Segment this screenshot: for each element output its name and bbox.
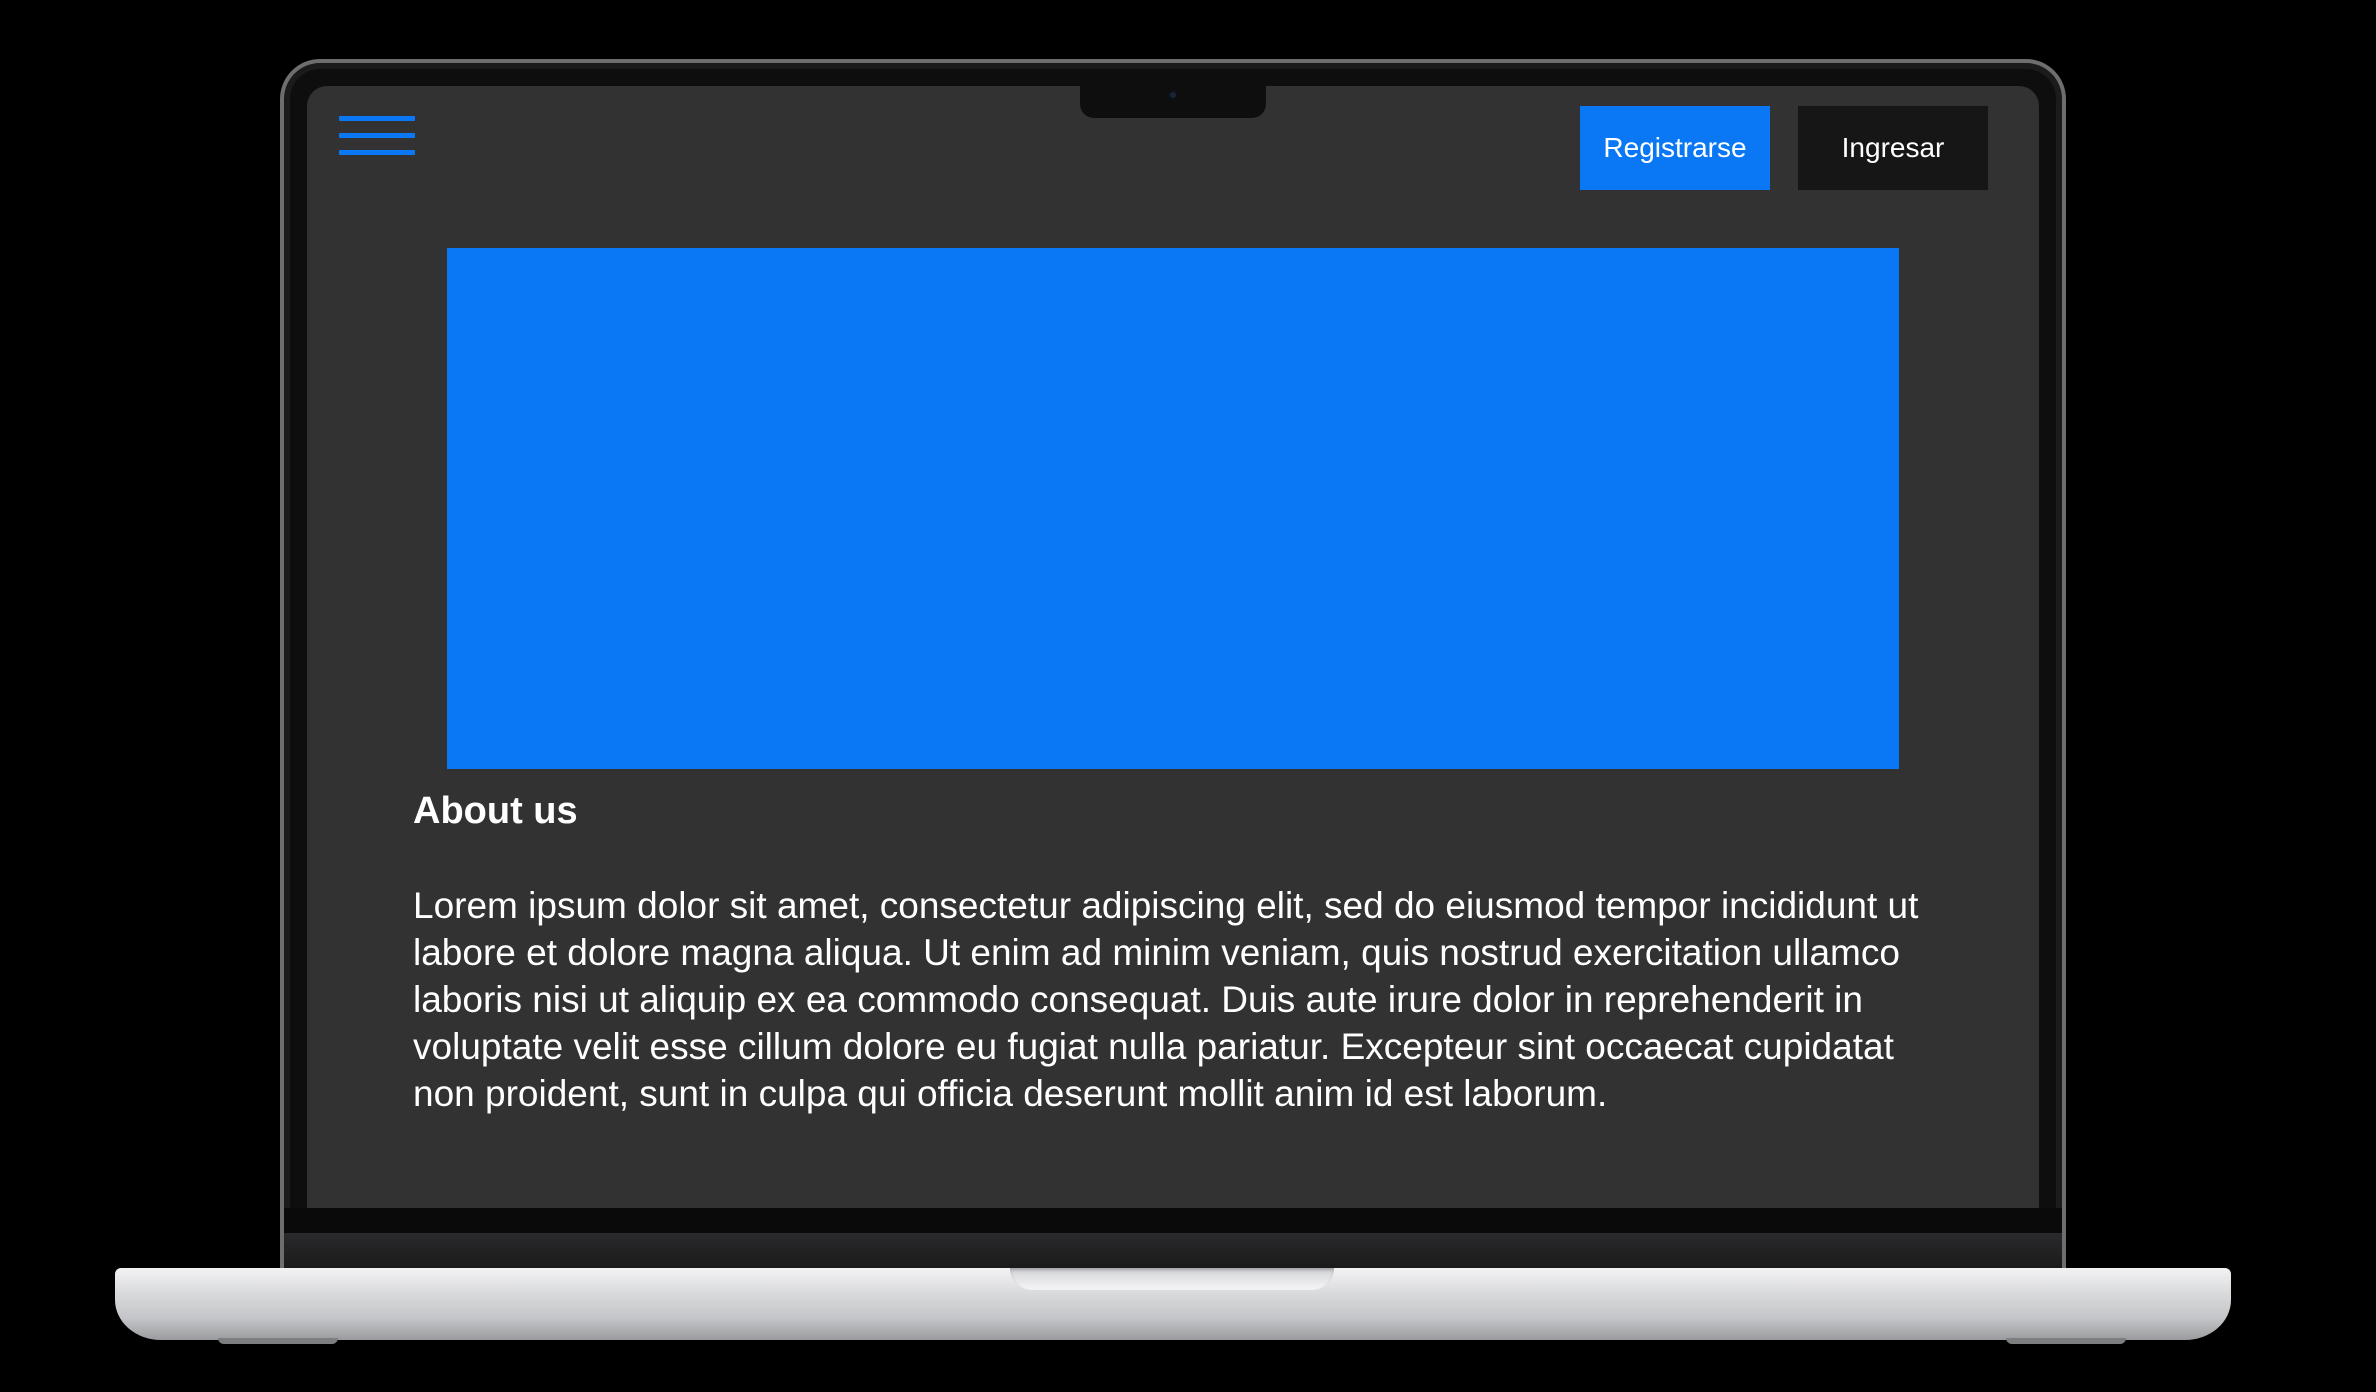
- laptop-foot-left: [218, 1338, 338, 1344]
- laptop-opening-lip: [1010, 1268, 1334, 1290]
- login-button[interactable]: Ingresar: [1798, 106, 1988, 190]
- laptop-screen: Registrarse Ingresar About us Lorem ipsu…: [307, 86, 2039, 1208]
- hero-banner: [447, 248, 1899, 769]
- hamburger-menu-icon[interactable]: [339, 116, 415, 158]
- register-button[interactable]: Registrarse: [1580, 106, 1770, 190]
- camera-notch: [1080, 86, 1266, 118]
- about-body-text: Lorem ipsum dolor sit amet, consectetur …: [413, 885, 1919, 1114]
- laptop-foot-right: [2006, 1338, 2126, 1344]
- menu-line: [339, 150, 415, 155]
- menu-line: [339, 116, 415, 121]
- webcam-icon: [1168, 90, 1178, 100]
- laptop-hinge: [284, 1233, 2062, 1269]
- about-title: About us: [413, 790, 578, 832]
- menu-line: [339, 133, 415, 138]
- screen-bottom-bezel: [284, 1208, 2062, 1233]
